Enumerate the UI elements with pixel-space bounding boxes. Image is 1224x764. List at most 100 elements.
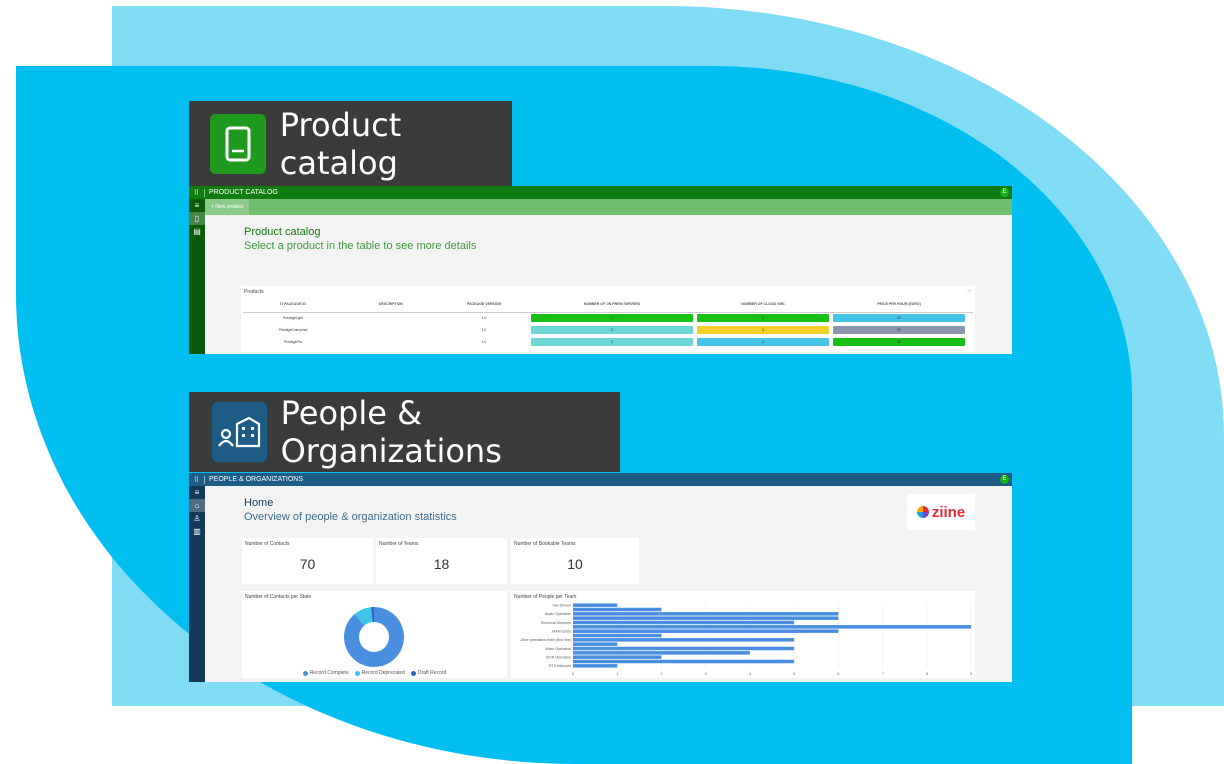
stat-label: Number of Bookable Teams: [514, 541, 576, 547]
bar[interactable]: [573, 659, 795, 664]
bar[interactable]: [573, 642, 618, 646]
product-catalog-banner-title: Product catalog: [279, 105, 402, 182]
bar-chart: 0 1 2 3 4 5 6 7 8 9 Van Drivers Audio Operation Tech…: [521, 603, 973, 676]
table-row[interactable]: PrestigePro 1.0 2 2 30: [243, 336, 973, 347]
app-launcher-icon[interactable]: ⠿: [189, 475, 205, 484]
page-title: Product catalog: [244, 226, 321, 238]
table-row[interactable]: PrestigeLight 1.0 1 1 20: [243, 312, 973, 323]
left-navigation: ≡ ⌂ ♙ ▥: [189, 486, 205, 682]
x-tick-label: 3: [705, 671, 708, 676]
hamburger-menu-icon[interactable]: ≡: [189, 199, 205, 212]
product-catalog-screen: ⠿ PRODUCT CATALOG E ≡ ▯ ▤ + New product …: [189, 186, 1012, 354]
legend-item[interactable]: Draft Record: [410, 670, 447, 676]
command-bar: + New product: [205, 199, 1012, 215]
cell-price: 50: [833, 325, 965, 334]
cell-cloud-vms: 3: [697, 325, 829, 334]
column-header[interactable]: DESCRIPTION: [343, 302, 439, 306]
cell-version: 1.0: [481, 327, 487, 332]
x-tick-label: 7: [881, 671, 884, 676]
page-title: Home: [244, 497, 274, 509]
nav-people-icon[interactable]: ♙: [189, 512, 205, 525]
nav-packages-icon[interactable]: ▤: [189, 225, 205, 238]
product-catalog-banner: Product catalog: [189, 101, 512, 186]
cell-on-prem-servers: 2: [531, 325, 693, 334]
x-tick-label: 4: [749, 671, 752, 676]
legend-dot: [354, 670, 360, 676]
table-header-row: IT PACKAGE ID DESCRIPTION PACKAGE VERSIO…: [243, 298, 973, 309]
people-organizations-banner: People & Organizations: [189, 392, 620, 472]
column-header[interactable]: IT PACKAGE ID: [243, 302, 343, 306]
legend-item[interactable]: Record Complete: [302, 670, 349, 676]
column-header[interactable]: PACKAGE VERSION: [439, 302, 529, 306]
people-buildings-icon: [212, 402, 267, 462]
more-options-icon[interactable]: ...: [966, 287, 971, 293]
user-avatar[interactable]: E: [1000, 475, 1009, 484]
chart-title: Number of Contacts per State: [245, 594, 312, 600]
stat-label: Number of Teams: [379, 541, 419, 547]
people-organizations-banner-title: People & Organizations: [280, 394, 502, 470]
x-tick-label: 8: [926, 671, 929, 676]
bar[interactable]: [573, 646, 795, 651]
page-subtitle: Select a product in the table to see mor…: [244, 240, 477, 252]
legend-item[interactable]: Record Deprecated: [354, 670, 405, 676]
y-category-label: RTS Intercom: [549, 664, 571, 668]
products-card: Products ... IT PACKAGE ID DESCRIPTION P…: [241, 286, 975, 352]
bar[interactable]: [573, 638, 795, 642]
mobile-phone-icon: [210, 113, 266, 174]
y-category-label: Audio Operation: [545, 612, 571, 616]
people-per-team-card: Number of People per Team 0 1 2 3 4 5 6 7 8 9 Van …: [511, 591, 975, 678]
app-bar: ⠿ PRODUCT CATALOG E: [189, 186, 1012, 199]
bar[interactable]: [573, 620, 795, 625]
legend-dot: [410, 670, 416, 676]
stat-value: 18: [433, 556, 450, 572]
bar[interactable]: [573, 655, 662, 659]
app-launcher-icon[interactable]: ⠿: [189, 188, 205, 197]
cell-cloud-vms: 1: [697, 314, 829, 322]
x-tick-label: 2: [660, 671, 663, 676]
bar[interactable]: [573, 603, 618, 607]
products-card-label: Products: [244, 289, 264, 295]
stat-card-teams: Number of Teams 18: [376, 538, 507, 584]
y-category-label: Technical Directors: [541, 621, 572, 625]
table-row[interactable]: PrestigeEnterprise 1.0 2 3 50: [243, 324, 973, 335]
cell-on-prem-servers: 1: [531, 314, 693, 322]
bar[interactable]: [573, 625, 971, 629]
stat-label: Number of Contacts: [245, 541, 290, 547]
page-subtitle: Overview of people & organization statis…: [244, 511, 457, 523]
y-category-label: MCR Operation: [546, 656, 571, 660]
column-header[interactable]: NUMBER OF CLOUD VMS: [695, 302, 831, 306]
cell-cloud-vms: 2: [697, 337, 829, 346]
nav-organizations-icon[interactable]: ▥: [189, 525, 205, 538]
app-bar-title: PEOPLE & ORGANIZATIONS: [209, 476, 304, 483]
bar[interactable]: [573, 616, 839, 620]
nav-products-icon[interactable]: ▯: [189, 212, 205, 225]
y-category-label: Video Operation: [545, 647, 571, 651]
bar[interactable]: [573, 607, 662, 612]
bar[interactable]: [573, 651, 750, 655]
left-navigation: ≡ ▯ ▤: [189, 199, 205, 354]
cell-version: 1.0: [481, 339, 487, 344]
company-logo: ziine: [907, 494, 975, 530]
legend-label: Draft Record: [417, 670, 447, 676]
user-avatar[interactable]: E: [1000, 188, 1009, 197]
x-tick-label: 0: [572, 671, 575, 676]
nav-home-icon[interactable]: ⌂: [189, 499, 205, 512]
hamburger-menu-icon[interactable]: ≡: [189, 486, 205, 499]
bar[interactable]: [573, 633, 662, 638]
bar[interactable]: [573, 664, 618, 668]
new-product-button[interactable]: + New product: [205, 199, 250, 215]
logo-text: ziine: [931, 503, 966, 521]
legend-label: Record Deprecated: [361, 670, 405, 676]
donut-hole: [344, 607, 404, 667]
column-header[interactable]: PRICE PER HOUR (EURO): [831, 302, 967, 306]
stat-card-contacts: Number of Contacts 70: [242, 538, 373, 584]
bar[interactable]: [573, 612, 839, 616]
x-tick-label: 1: [616, 671, 619, 676]
column-header[interactable]: NUMBER OF ON PREM SERVERS: [529, 302, 695, 306]
cell-price: 30: [833, 337, 965, 346]
y-category-label: MAM Users: [552, 630, 571, 634]
bar[interactable]: [573, 629, 839, 633]
chart-legend: Record Complete Record Deprecated Draft …: [242, 670, 507, 676]
stat-card-bookable-teams: Number of Bookable Teams 10: [511, 538, 639, 584]
cell-on-prem-servers: 2: [531, 337, 693, 346]
